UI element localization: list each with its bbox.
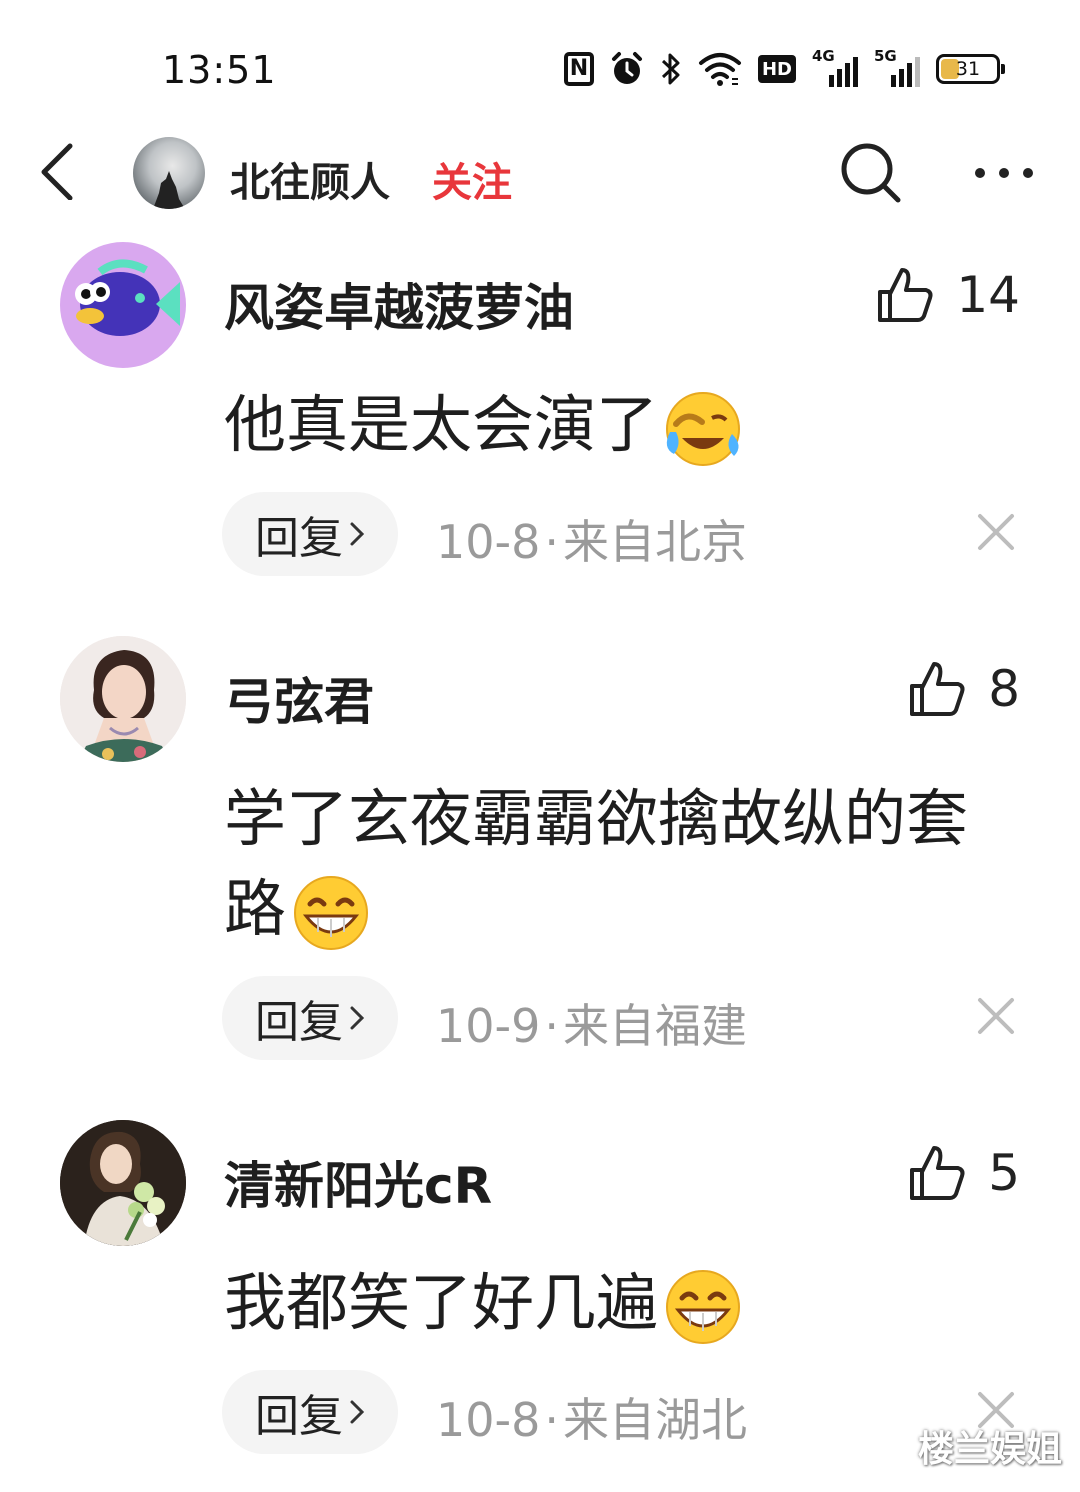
header-avatar[interactable] bbox=[133, 137, 205, 209]
more-icon bbox=[975, 168, 1033, 178]
like-count: 5 bbox=[988, 1144, 1020, 1202]
comment-body: 我都笑了好几遍 bbox=[224, 1266, 659, 1339]
comment-location: 来自福建 bbox=[563, 999, 748, 1053]
battery-icon: 31 bbox=[936, 54, 1005, 84]
more-button[interactable] bbox=[966, 156, 1042, 190]
comment-item: 风姿卓越菠萝油 14 他真是太会演了 回复 10-8·来自北京 bbox=[0, 242, 1080, 582]
comment-location: 来自湖北 bbox=[563, 1393, 748, 1447]
search-button[interactable] bbox=[838, 140, 904, 206]
reply-button[interactable]: 回复 bbox=[222, 1370, 398, 1454]
woman-with-flowers-avatar-image bbox=[60, 1120, 186, 1246]
comment-meta-text: 10-9·来自福建 bbox=[436, 990, 747, 1056]
status-time: 13:51 bbox=[162, 48, 277, 92]
comment-meta: 回复 10-9·来自福建 bbox=[222, 976, 1022, 1060]
header-username[interactable]: 北往顾人 bbox=[230, 150, 390, 208]
comment-item: 清新阳光cR 5 我都笑了好几遍 回复 10-8·来自湖北 bbox=[0, 1120, 1080, 1460]
comment-text: 我都笑了好几遍 bbox=[224, 1258, 1004, 1348]
like-button[interactable]: 14 bbox=[876, 266, 1020, 324]
alarm-icon bbox=[610, 51, 644, 87]
like-count: 8 bbox=[988, 660, 1020, 718]
wifi-icon bbox=[698, 51, 742, 87]
back-button[interactable] bbox=[30, 140, 90, 201]
follow-button[interactable]: 关注 bbox=[432, 150, 512, 208]
comment-body: 他真是太会演了 bbox=[224, 388, 659, 461]
signal-5g-icon: 5G bbox=[874, 47, 920, 87]
thumbs-up-icon bbox=[910, 1146, 965, 1200]
search-icon bbox=[841, 143, 901, 203]
grinning-emoji-icon bbox=[294, 875, 369, 950]
commenter-username[interactable]: 风姿卓越菠萝油 bbox=[224, 268, 574, 340]
chevron-right-icon bbox=[350, 522, 365, 546]
meta-separator: · bbox=[544, 515, 560, 569]
comment-text: 他真是太会演了 bbox=[224, 380, 1004, 470]
grinning-emoji-icon bbox=[666, 1269, 741, 1344]
thumbs-up-icon bbox=[910, 662, 965, 716]
nfc-icon: N bbox=[563, 52, 594, 86]
comment-page: 13:51 N HD 4G 5G 31 北往顾人 关注 风姿卓越菠萝油 14 他… bbox=[0, 0, 1080, 1492]
comment-meta: 回复 10-8·来自湖北 bbox=[222, 1370, 1022, 1454]
top-nav: 北往顾人 关注 bbox=[0, 120, 1080, 230]
reply-button[interactable]: 回复 bbox=[222, 492, 398, 576]
reply-label: 回复 bbox=[255, 997, 343, 1048]
watermark: 楼兰娱姐 bbox=[917, 1429, 1062, 1470]
comment-location: 来自北京 bbox=[563, 515, 748, 569]
bluetooth-icon bbox=[660, 51, 682, 87]
comment-meta-text: 10-8·来自北京 bbox=[436, 506, 747, 572]
comment-date: 10-8 bbox=[436, 1393, 541, 1447]
comment-item: 弓弦君 8 学了玄夜霸霸欲擒故纵的套路 回复 10-9·来自福建 bbox=[0, 636, 1080, 1066]
hd-icon: HD bbox=[757, 55, 796, 83]
commenter-avatar[interactable] bbox=[60, 1120, 186, 1246]
status-icons: N HD 4G 5G 31 bbox=[563, 47, 1005, 90]
comment-date: 10-9 bbox=[436, 999, 541, 1053]
like-button[interactable]: 8 bbox=[908, 660, 1020, 718]
comment-text: 学了玄夜霸霸欲擒故纵的套路 bbox=[224, 774, 1004, 954]
like-button[interactable]: 5 bbox=[908, 1144, 1020, 1202]
comment-meta-text: 10-8·来自湖北 bbox=[436, 1384, 747, 1450]
meta-separator: · bbox=[544, 999, 560, 1053]
reply-label: 回复 bbox=[255, 513, 343, 564]
commenter-username[interactable]: 清新阳光cR bbox=[224, 1146, 492, 1218]
blue-fish-avatar-image bbox=[75, 259, 180, 336]
signal-4g-icon: 4G bbox=[812, 47, 858, 87]
back-arrow-icon bbox=[41, 143, 73, 201]
status-bar: 13:51 N HD 4G 5G 31 bbox=[0, 0, 1080, 120]
battery-percent: 31 bbox=[955, 58, 981, 80]
commenter-avatar[interactable] bbox=[60, 242, 186, 368]
like-count: 14 bbox=[956, 266, 1020, 324]
laughing-crying-emoji-icon bbox=[666, 391, 741, 466]
commenter-avatar[interactable] bbox=[60, 636, 186, 762]
meta-separator: · bbox=[544, 1393, 560, 1447]
comment-meta: 回复 10-8·来自北京 bbox=[222, 492, 1022, 576]
reply-label: 回复 bbox=[255, 1391, 343, 1442]
dismiss-button[interactable] bbox=[974, 994, 1018, 1038]
close-icon bbox=[978, 998, 1014, 1034]
wolf-moon-avatar-image bbox=[153, 171, 185, 209]
reply-button[interactable]: 回复 bbox=[222, 976, 398, 1060]
chevron-right-icon bbox=[350, 1400, 365, 1424]
dismiss-button[interactable] bbox=[974, 510, 1018, 554]
commenter-username[interactable]: 弓弦君 bbox=[224, 662, 374, 734]
comment-date: 10-8 bbox=[436, 515, 541, 569]
woman-portrait-avatar-image bbox=[60, 636, 186, 762]
thumbs-up-icon bbox=[878, 268, 933, 322]
close-icon bbox=[978, 514, 1014, 550]
chevron-right-icon bbox=[350, 1006, 365, 1030]
